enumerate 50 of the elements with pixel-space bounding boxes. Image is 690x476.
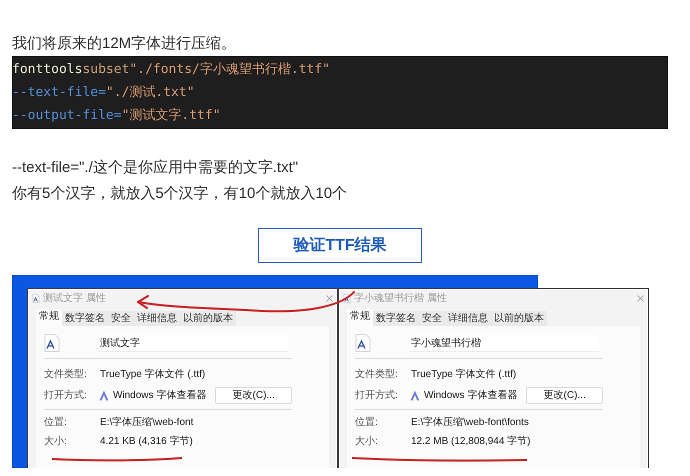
close-icon[interactable]: [637, 294, 644, 302]
change-button[interactable]: 更改(C)...: [526, 386, 604, 404]
dialog-tab[interactable]: 常规: [36, 309, 62, 326]
field-value: Windows 字体查看器: [112, 388, 208, 402]
dialog-tab[interactable]: 常规: [347, 309, 373, 326]
dialog-tab[interactable]: 安全: [419, 311, 445, 326]
font-file-icon: [355, 334, 371, 352]
code-token: "测试文字.ttf": [122, 107, 221, 125]
field-label: 打开方式:: [44, 388, 88, 402]
field-value: 4.21 KB (4,316 字节): [100, 434, 193, 449]
file-name-field[interactable]: 字小魂望书行楷: [409, 334, 599, 352]
code-token: "./fonts/字小魂望书行楷.ttf": [129, 61, 330, 79]
font-file-icon: [44, 334, 60, 352]
field-label: 大小:: [44, 434, 68, 449]
field-value: 12.2 MB (12,808,944 字节): [411, 434, 531, 449]
field-value: Windows 字体查看器: [424, 388, 518, 402]
field-value: E:\字体压缩\web-font: [100, 416, 194, 430]
font-viewer-icon: [99, 390, 109, 400]
field-label: 打开方式:: [355, 388, 399, 402]
dialog-tab[interactable]: 以前的版本: [180, 311, 236, 326]
field-label: 文件类型:: [355, 368, 399, 382]
code-token: --output-file=: [12, 107, 122, 125]
file-name-field[interactable]: 测试文字: [98, 334, 288, 352]
window-title: 测试文字 属性: [43, 292, 106, 306]
paragraph: 你有5个汉字，就放入5个汉字，有10个就放入10个: [12, 184, 348, 204]
close-icon[interactable]: [326, 294, 333, 302]
field-value: TrueType 字体文件 (.ttf): [100, 368, 206, 382]
window-title: 字小魂望书行楷 属性: [354, 292, 447, 306]
dialog-tab[interactable]: 数字签名: [373, 311, 419, 326]
paragraph: --text-file="./这个是你应用中需要的文字.txt": [12, 158, 300, 178]
dialog-tab[interactable]: 数字签名: [62, 311, 108, 326]
dialog-tab[interactable]: 以前的版本: [491, 311, 547, 326]
field-value: TrueType 字体文件 (.ttf): [411, 368, 516, 382]
field-value: E:\字体压缩\web-font\fonts: [411, 416, 529, 430]
font-file-icon: [32, 294, 40, 302]
dialog-tab[interactable]: 详细信息: [134, 311, 180, 326]
font-viewer-icon: [410, 390, 420, 400]
code-token: fonttools: [12, 61, 82, 79]
field-label: 文件类型:: [44, 368, 88, 382]
code-token: --text-file=: [12, 84, 106, 102]
code-token: subset: [82, 61, 130, 79]
field-label: 位置:: [355, 416, 379, 430]
paragraph: 我们将原来的12M字体进行压缩。: [11, 34, 238, 54]
field-label: 位置:: [44, 416, 68, 430]
code-token: "./测试.txt": [106, 84, 195, 102]
dialog-tab[interactable]: 详细信息: [445, 311, 491, 326]
field-label: 大小:: [355, 434, 379, 449]
section-button[interactable]: 验证TTF结果: [258, 228, 422, 263]
dialog-tab[interactable]: 安全: [108, 311, 134, 326]
change-button[interactable]: 更改(C)...: [215, 386, 292, 404]
